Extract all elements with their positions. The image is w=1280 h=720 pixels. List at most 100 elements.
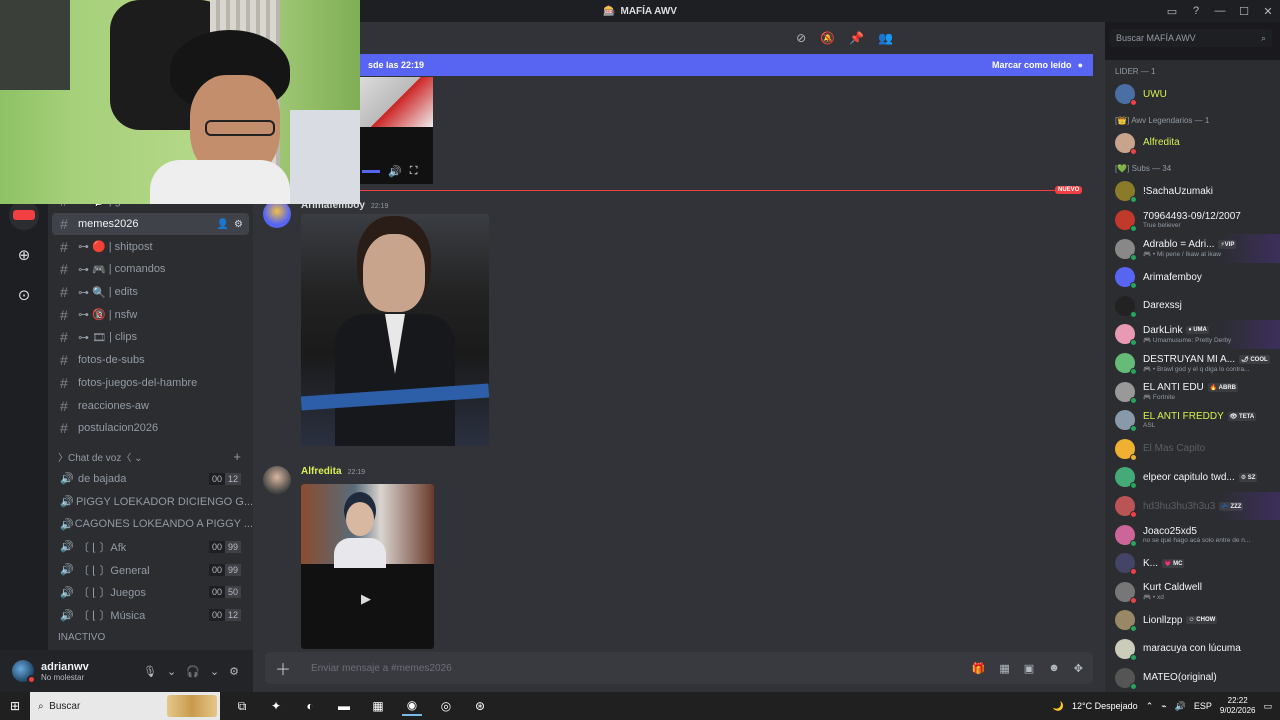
obs-icon[interactable]: ⊛ [470, 696, 490, 716]
voice-channel-item[interactable]: 🔊 〔 ⌊ 〕Afk 00 99 [48, 536, 253, 559]
gif-icon[interactable]: ▦ [999, 662, 1009, 675]
chevron-down-icon[interactable]: ⌄ [167, 665, 176, 678]
member-item[interactable]: Joaco25xd5 no se qué hago acá solo entre … [1105, 520, 1280, 549]
chrome-icon[interactable]: ◎ [436, 696, 456, 716]
help-icon[interactable]: ? [1184, 0, 1208, 22]
voice-channel-item[interactable]: 🔊 de bajada 00 12 [48, 468, 253, 491]
member-item[interactable]: EL ANTI EDU 🔥 ABRB 🎮 Fortnite [1105, 377, 1280, 406]
channel-item[interactable]: # ⊶ 🔞 | nsfw [48, 303, 253, 326]
copilot-icon[interactable]: ✦ [266, 696, 286, 716]
member-item[interactable]: Adrablo = Adri... ⚡VIP 🎮 • Mi pene / Ikaw … [1105, 234, 1280, 263]
member-item[interactable]: Arimafemboy [1105, 263, 1280, 292]
video-attachment[interactable] [301, 214, 489, 446]
voice-channel-item[interactable]: 🔊 〔 ⌊ 〕Música 00 12 [48, 604, 253, 627]
fullscreen-icon[interactable]: ⛶ [410, 165, 418, 178]
threads-icon[interactable]: ⊘ [796, 31, 806, 45]
play-icon[interactable]: ▶ [361, 591, 371, 607]
member-item[interactable]: UWU [1105, 80, 1280, 109]
taskbar-search[interactable]: ⌕ Buscar [30, 692, 220, 720]
mark-as-read-button[interactable]: Marcar como leído [992, 60, 1072, 70]
new-messages-banner[interactable]: sde las 22:19 Marcar como leído ● [358, 54, 1093, 76]
member-item[interactable]: elpeor capitulo twd... ⚙ SZ [1105, 463, 1280, 492]
emoji-icon[interactable]: ☻ [1048, 662, 1060, 675]
voice-channel-item[interactable]: 🔊 PIGGY LOEKADOR DICIENGO G... [48, 490, 253, 513]
chevron-down-icon[interactable]: ⌄ [210, 665, 219, 678]
video-attachment[interactable]: 🔊 ⛶ [358, 77, 433, 184]
start-button[interactable]: ⊞ [0, 692, 30, 720]
volume-slider[interactable] [362, 170, 380, 173]
member-item[interactable]: Darexssj [1105, 292, 1280, 321]
member-item[interactable]: DarkLink ♦ UMA 🎮 Umamusume: Pretty Derby [1105, 320, 1280, 349]
member-item[interactable]: EL ANTI FREDDY 👁 TETA ASL [1105, 406, 1280, 435]
language-indicator[interactable]: ESP [1194, 701, 1212, 711]
network-icon[interactable]: ⌁ [1161, 701, 1166, 712]
voice-channel-label: 〔 ⌊ 〕Afk [78, 541, 127, 554]
channel-item[interactable]: # ⊶ 🎞 | clips [48, 326, 253, 349]
store-icon[interactable]: ▦ [368, 696, 388, 716]
channel-item[interactable]: # postulacion2026 [48, 417, 253, 440]
speaker-icon[interactable]: 🔊 [388, 165, 402, 178]
avatar[interactable] [12, 660, 36, 684]
add-attachment-icon[interactable]: ＋ [275, 656, 301, 680]
server-icon-live[interactable] [9, 200, 39, 230]
discover-icon[interactable]: ⊙ [9, 280, 39, 310]
member-item[interactable]: MATEO(original) [1105, 663, 1280, 692]
member-item[interactable]: Lionllzpp ☺ CHOW [1105, 606, 1280, 635]
voice-channel-item[interactable]: 🔊 CAGONES LOKEANDO A PIGGY ... [48, 513, 253, 536]
microphone-icon[interactable]: 🎙 [143, 665, 157, 678]
member-item[interactable]: hd3hu3hu3h3u3 💤 ZZZ [1105, 491, 1280, 521]
add-member-icon[interactable]: 👤 [217, 219, 229, 230]
add-voice-channel-icon[interactable]: + [233, 449, 241, 464]
member-item[interactable]: K... 💗 MC [1105, 549, 1280, 578]
members-icon[interactable]: 👥 [878, 31, 893, 45]
add-server-icon[interactable]: ⊕ [9, 240, 39, 270]
mute-icon[interactable]: 🔕 [820, 31, 835, 45]
channel-item[interactable]: # fotos-de-subs [48, 349, 253, 372]
weather-icon[interactable]: 🌙 [1053, 701, 1064, 712]
apps-icon[interactable]: ✥ [1074, 662, 1083, 675]
file-explorer-icon[interactable]: ▬ [334, 696, 354, 716]
clock[interactable]: 22:22 9/02/2026 [1220, 696, 1256, 716]
avatar[interactable] [263, 466, 291, 494]
discord-icon[interactable]: ◉ [402, 696, 422, 716]
weather-text[interactable]: 12°C Despejado [1072, 701, 1138, 711]
voice-category[interactable]: 〉Chat de voz〈 ⌄ + [48, 446, 253, 468]
task-view-icon[interactable]: ⧉ [232, 696, 252, 716]
status-icon [1130, 682, 1137, 690]
voice-channel-item[interactable]: 🔊 〔 ⌊ 〕Juegos 00 50 [48, 581, 253, 604]
inbox-icon[interactable]: ▭ [1160, 0, 1184, 22]
speaker-icon[interactable]: 🔊 [1175, 701, 1186, 712]
notifications-icon[interactable]: ▭ [1263, 701, 1272, 712]
inactive-category[interactable]: INACTIVO [48, 626, 253, 648]
search-input[interactable]: Buscar MAFÍA AWV ⌕ [1110, 29, 1272, 47]
minimize-button[interactable]: — [1208, 0, 1232, 22]
channel-item[interactable]: # reacciones-aw [48, 394, 253, 417]
headphones-icon[interactable]: 🎧 [186, 665, 200, 678]
channel-item[interactable]: # ⊶ 🔍 | edits [48, 281, 253, 304]
gear-icon[interactable]: ⚙ [234, 219, 243, 230]
channel-item[interactable]: # fotos-juegos-del-hambre [48, 372, 253, 395]
gear-icon[interactable]: ⚙ [229, 665, 239, 678]
member-item[interactable]: DESTRUYAN MI A... 🌶 COOL 🎮 • Brawl god y e… [1105, 349, 1280, 378]
channel-item[interactable]: # memes2026 👤 ⚙ [52, 212, 249, 236]
message-author[interactable]: Alfredita [301, 466, 342, 477]
avatar[interactable] [263, 200, 291, 228]
gift-icon[interactable]: 🎁 [972, 662, 986, 675]
pin-icon[interactable]: 📌 [849, 31, 864, 45]
member-item[interactable]: !SachaUzumaki [1105, 177, 1280, 206]
member-item[interactable]: 70964493-09/12/2007 True believer [1105, 206, 1280, 235]
chevron-up-icon[interactable]: ⌃ [1146, 701, 1154, 712]
voice-channel-item[interactable]: 🔊 〔 ⌊ 〕General 00 99 [48, 558, 253, 581]
channel-item[interactable]: # ⊶ 🎮 | comandos [48, 258, 253, 281]
channel-item[interactable]: # ⊶ 🔴 | shitpost [48, 235, 253, 258]
member-item[interactable]: maracuya con lúcuma [1105, 635, 1280, 664]
message-composer[interactable]: ＋ Enviar mensaje a #memes2026 🎁 ▦ ▣ ☻ ✥ [265, 652, 1093, 684]
member-item[interactable]: Kurt Caldwell 🎮 • xd [1105, 578, 1280, 607]
maximize-button[interactable]: ☐ [1232, 0, 1256, 22]
member-item[interactable]: Alfredita [1105, 129, 1280, 158]
member-item[interactable]: El Mas Capito [1105, 435, 1280, 464]
video-attachment[interactable]: ▶ [301, 484, 434, 649]
edge-icon[interactable]: ◐ [300, 696, 320, 716]
close-button[interactable]: ✕ [1256, 0, 1280, 22]
sticker-icon[interactable]: ▣ [1024, 662, 1034, 675]
